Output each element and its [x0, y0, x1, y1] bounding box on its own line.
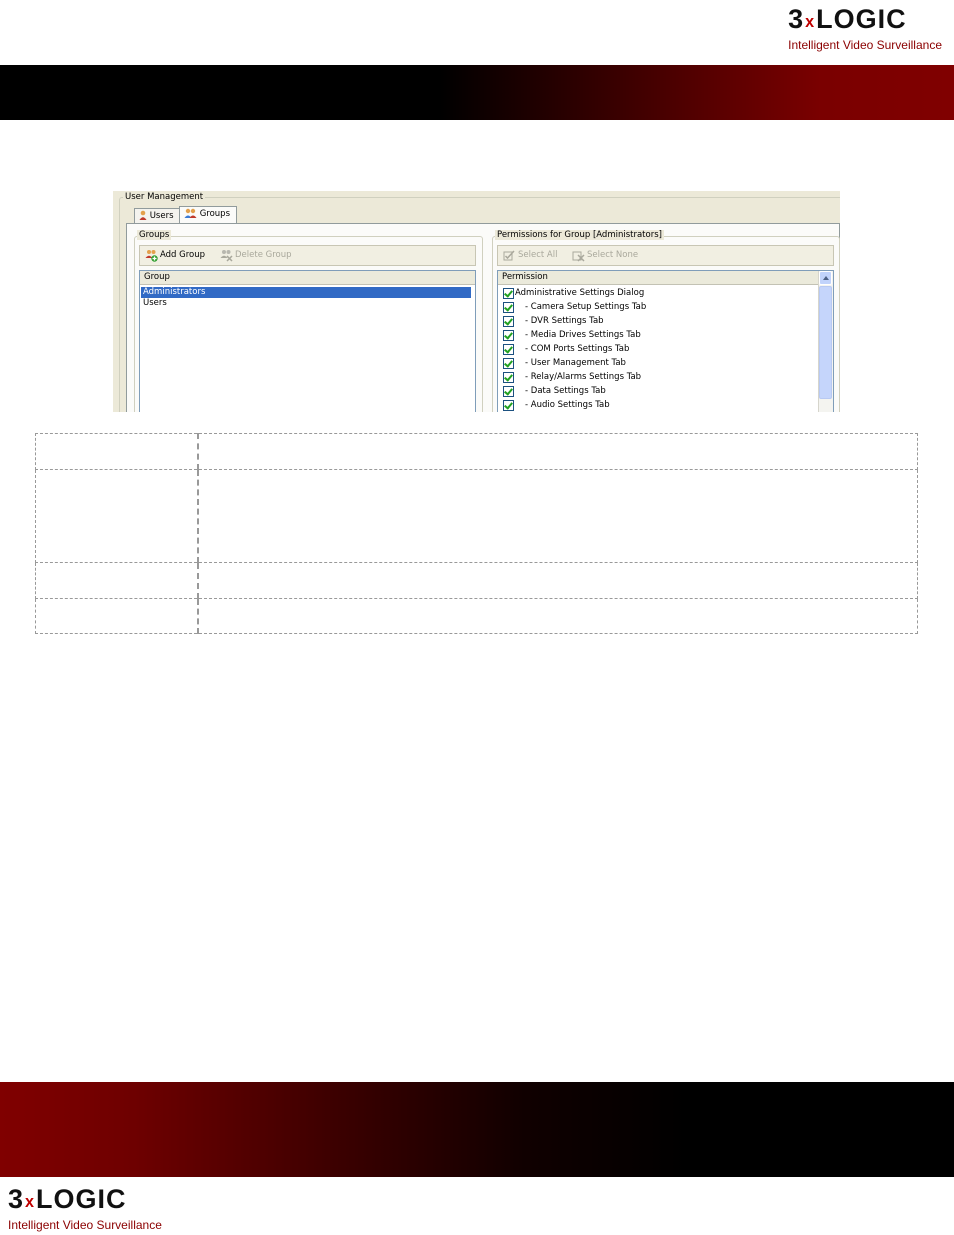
table-cell	[197, 598, 918, 634]
table-cell	[35, 433, 199, 470]
footer-logo: 3xLOGIC Intelligent Video Surveillance	[8, 1184, 162, 1232]
tab-users-label: Users	[149, 211, 174, 221]
description-table	[35, 433, 918, 634]
user-management-screenshot: User Management Users Groups Groups Add …	[113, 191, 840, 412]
tab-groups[interactable]: Groups	[179, 206, 237, 224]
tab-groups-label: Groups	[199, 209, 231, 219]
tab-users[interactable]: Users	[134, 208, 182, 223]
permission-label: - COM Ports Settings Tab	[525, 344, 630, 354]
select-none-icon	[572, 249, 585, 262]
logo-wordmark: 3xLOGIC	[8, 1184, 127, 1214]
permission-label: - User Management Tab	[525, 358, 626, 368]
permission-label: Administrative Settings Dialog	[515, 288, 645, 298]
logo-wordmark: 3xLOGIC	[788, 4, 907, 34]
groups-list: Group Administrators Users	[139, 270, 476, 412]
checkbox[interactable]	[503, 288, 514, 299]
add-group-icon	[145, 249, 158, 262]
delete-group-icon	[220, 249, 233, 262]
permission-label: - DVR Settings Tab	[525, 316, 604, 326]
permission-label: - Media Drives Settings Tab	[525, 330, 641, 340]
logo-tagline: Intelligent Video Surveillance	[8, 1218, 162, 1232]
select-none-button[interactable]: Select None	[572, 249, 638, 262]
table-row	[35, 598, 918, 634]
table-cell	[35, 562, 199, 599]
chevron-up-icon	[823, 276, 829, 280]
permission-label: - Data Settings Tab	[525, 386, 606, 396]
table-row	[35, 562, 918, 599]
permission-label: - Camera Setup Settings Tab	[525, 302, 647, 312]
user-management-title: User Management	[123, 192, 206, 202]
select-all-label: Select All	[518, 250, 558, 260]
user-icon	[139, 210, 147, 220]
table-cell	[197, 562, 918, 599]
checkbox[interactable]	[503, 344, 514, 355]
header-logo: 3xLOGIC Intelligent Video Surveillance	[788, 4, 942, 52]
checkbox[interactable]	[503, 386, 514, 397]
table-cell	[197, 433, 918, 470]
select-all-button[interactable]: Select All	[503, 249, 557, 262]
table-row	[35, 469, 918, 563]
group-column-header[interactable]: Group	[140, 271, 475, 285]
checkbox[interactable]	[503, 302, 514, 313]
table-cell	[197, 469, 918, 563]
permissions-toolbar: Select All Select None	[497, 245, 834, 266]
scroll-thumb[interactable]	[819, 286, 832, 399]
permissions-list: Permission Administrative Settings Dialo…	[497, 270, 834, 412]
permissions-scrollbar[interactable]	[818, 271, 833, 412]
footer-band	[0, 1082, 954, 1177]
table-row	[35, 433, 918, 470]
checkbox[interactable]	[503, 372, 514, 383]
select-none-label: Select None	[587, 250, 639, 260]
add-group-button[interactable]: Add Group	[145, 249, 205, 262]
scroll-up-button[interactable]	[819, 271, 832, 285]
permission-label: - Audio Settings Tab	[525, 400, 610, 410]
checkbox[interactable]	[503, 400, 514, 411]
table-cell	[35, 598, 199, 634]
checkbox[interactable]	[503, 316, 514, 327]
add-group-label: Add Group	[160, 250, 206, 260]
permission-label: - Relay/Alarms Settings Tab	[525, 372, 642, 382]
table-cell	[35, 469, 199, 563]
permissions-legend: Permissions for Group [Administrators]	[495, 230, 664, 240]
group-icon	[184, 208, 197, 218]
checkbox[interactable]	[503, 330, 514, 341]
checkbox[interactable]	[503, 358, 514, 369]
groups-toolbar: Add Group Delete Group	[139, 245, 476, 266]
logo-tagline: Intelligent Video Surveillance	[788, 38, 942, 52]
permission-column-header[interactable]: Permission	[498, 271, 818, 285]
groups-legend: Groups	[137, 230, 172, 240]
select-all-icon	[503, 249, 516, 262]
delete-group-label: Delete Group	[235, 250, 292, 260]
delete-group-button[interactable]: Delete Group	[220, 249, 292, 262]
group-row-users[interactable]: Users	[141, 298, 471, 309]
group-row-administrators[interactable]: Administrators	[141, 287, 471, 298]
header-band	[0, 65, 954, 120]
